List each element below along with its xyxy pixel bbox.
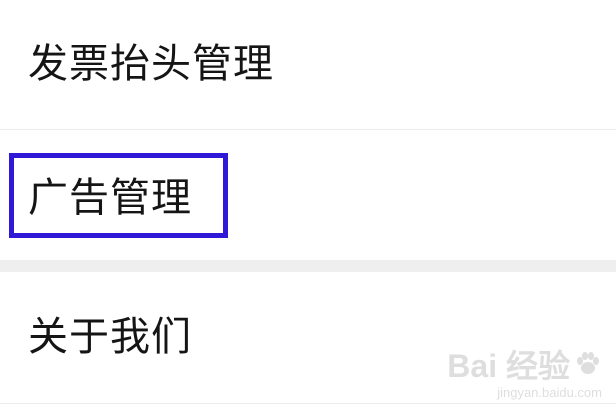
section-separator	[0, 260, 616, 272]
settings-screen: 发票抬头管理 广告管理 关于我们 Bai 经验 jingyan.baidu.co…	[0, 0, 616, 408]
menu-item-label: 发票抬头管理	[28, 41, 274, 87]
menu-item-label: 关于我们	[28, 314, 192, 360]
divider	[0, 403, 616, 404]
menu-item-ad-management[interactable]: 广告管理	[0, 130, 616, 260]
menu-item-invoice-title-management[interactable]: 发票抬头管理	[0, 0, 616, 128]
menu-item-label: 广告管理	[28, 175, 192, 221]
menu-item-about-us[interactable]: 关于我们	[0, 272, 616, 402]
